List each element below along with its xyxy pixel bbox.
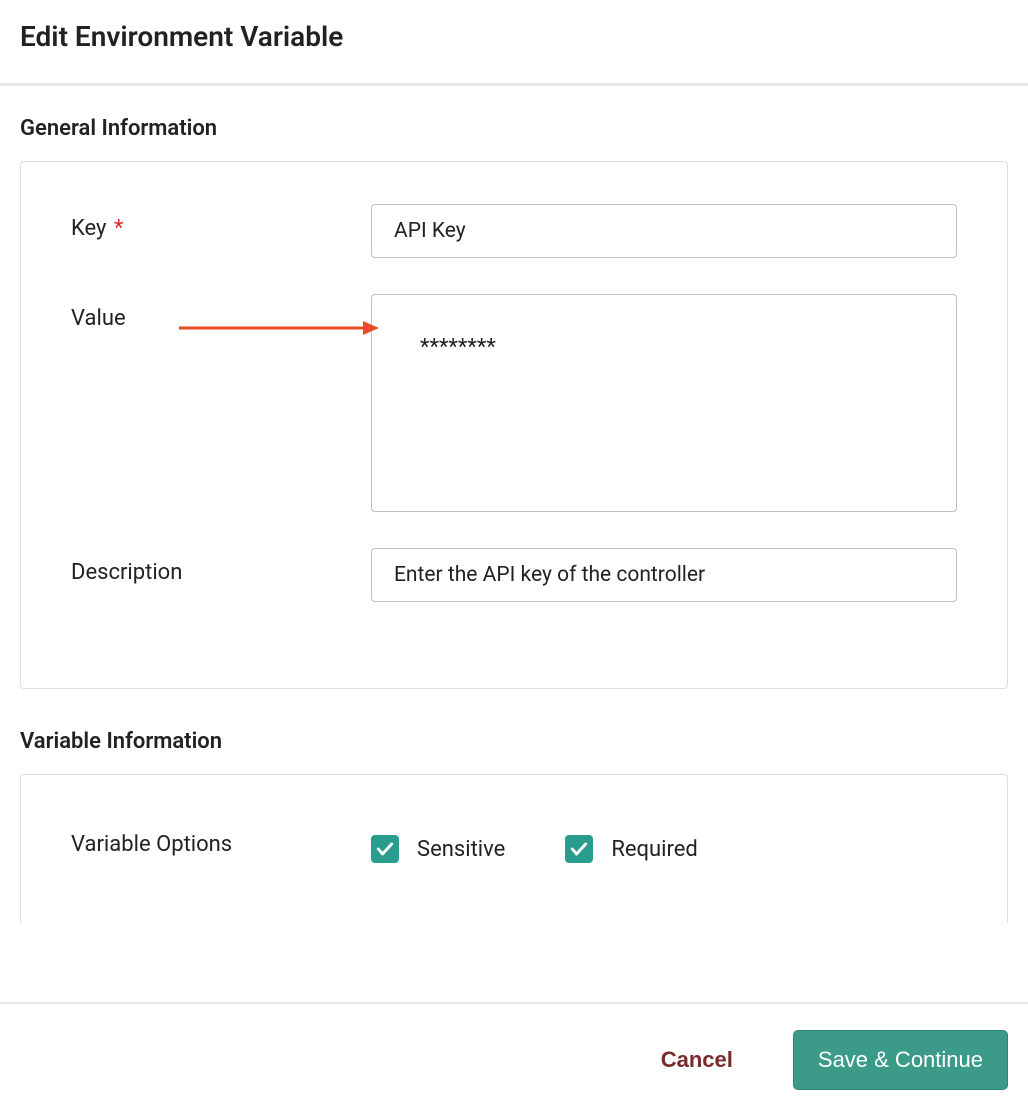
value-textarea[interactable]: ********	[371, 294, 957, 512]
key-label-text: Key	[71, 216, 106, 241]
value-row: Value ********	[71, 294, 957, 512]
sensitive-checkbox-wrapper: Sensitive	[371, 835, 505, 863]
value-label: Value	[71, 294, 371, 331]
key-row: Key *	[71, 204, 957, 258]
required-checkbox[interactable]	[565, 835, 593, 863]
key-label: Key *	[71, 204, 371, 241]
required-label: Required	[611, 837, 698, 862]
variable-section-title: Variable Information	[20, 729, 1008, 754]
general-section-title: General Information	[20, 116, 1008, 141]
variable-panel: Variable Options Sensitive	[20, 774, 1008, 923]
content-area: General Information Key * Value ********…	[0, 86, 1028, 923]
page-title: Edit Environment Variable	[20, 20, 1008, 53]
check-icon	[569, 839, 589, 859]
check-icon	[375, 839, 395, 859]
footer-bar: Cancel Save & Continue	[0, 1002, 1028, 1116]
description-row: Description	[71, 548, 957, 602]
cancel-button[interactable]: Cancel	[651, 1035, 743, 1085]
description-label: Description	[71, 548, 371, 585]
sensitive-label: Sensitive	[417, 837, 505, 862]
checkbox-group: Sensitive Required	[371, 825, 698, 863]
general-panel: Key * Value ******** Description	[20, 161, 1008, 689]
save-continue-button[interactable]: Save & Continue	[793, 1030, 1008, 1090]
variable-options-row: Variable Options Sensitive	[71, 825, 957, 863]
variable-options-label: Variable Options	[71, 832, 371, 857]
sensitive-checkbox[interactable]	[371, 835, 399, 863]
page-header: Edit Environment Variable	[0, 0, 1028, 83]
key-input[interactable]	[371, 204, 957, 258]
required-checkbox-wrapper: Required	[565, 835, 698, 863]
description-input[interactable]	[371, 548, 957, 602]
required-star-icon: *	[114, 216, 123, 241]
